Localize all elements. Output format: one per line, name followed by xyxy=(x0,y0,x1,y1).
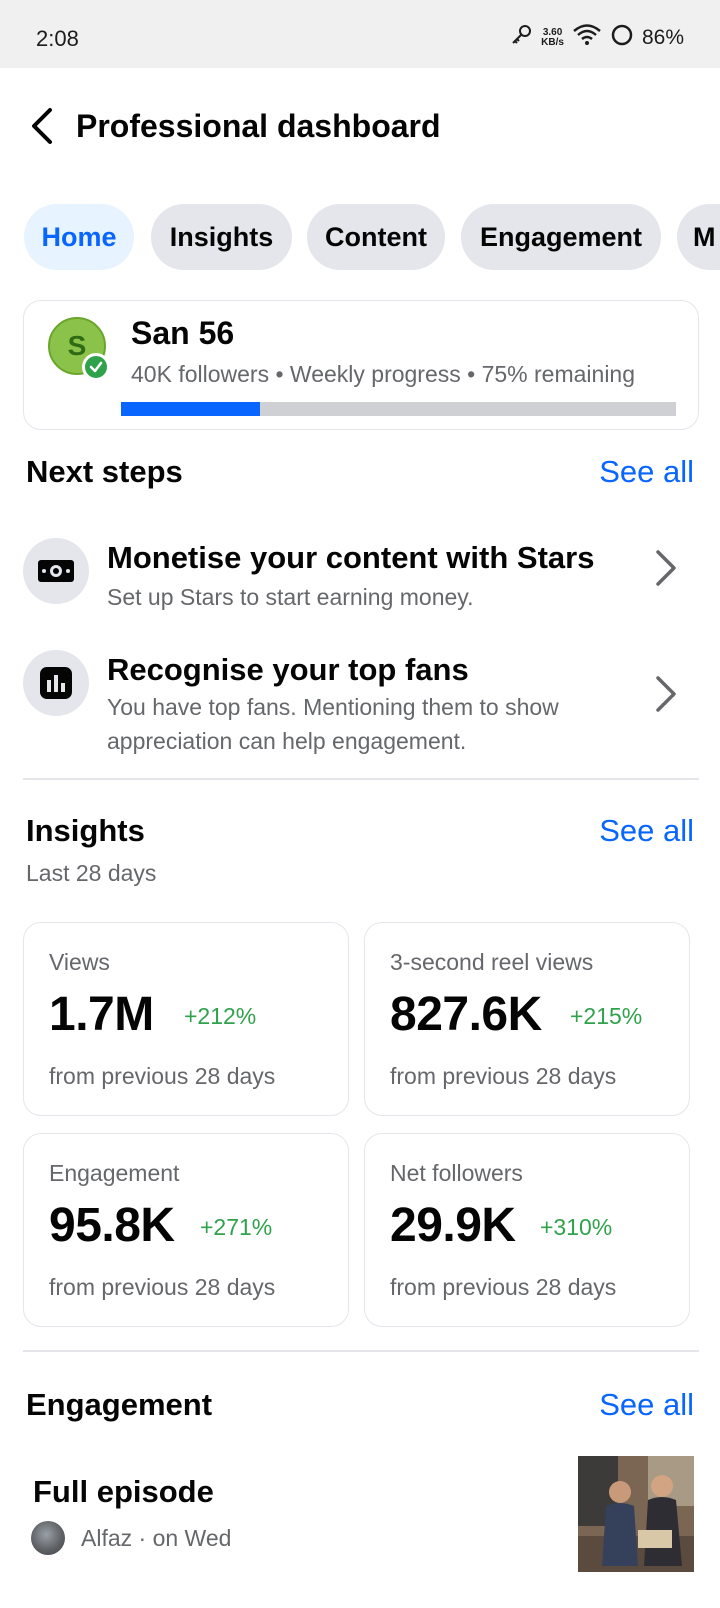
tab-home[interactable]: Home xyxy=(24,204,134,270)
battery-percent: 86% xyxy=(641,25,684,49)
next-step-title: Monetise your content with Stars xyxy=(107,540,595,575)
metric-label: Net followers xyxy=(390,1160,523,1186)
metric-footer: from previous 28 days xyxy=(49,1274,276,1300)
metric-card-reel-views[interactable]: 3-second reel views 827.6K +215% from pr… xyxy=(364,922,690,1116)
back-button[interactable] xyxy=(24,104,60,148)
insights-title: Insights xyxy=(26,813,145,848)
next-step-subtitle: You have top fans. Mentioning them to sh… xyxy=(107,694,559,754)
next-steps-see-all-link[interactable]: See all xyxy=(599,454,694,490)
next-step-subtitle: Set up Stars to start earning money. xyxy=(107,584,474,610)
key-icon xyxy=(509,23,533,52)
next-step-top-fans[interactable]: Recognise your top fans You have top fan… xyxy=(0,632,720,757)
metric-change: +271% xyxy=(200,1214,273,1240)
metric-label: Engagement xyxy=(49,1160,180,1186)
metric-card-engagement[interactable]: Engagement 95.8K +271% from previous 28 … xyxy=(23,1133,349,1327)
page-title: Professional dashboard xyxy=(76,108,441,144)
tab-more[interactable]: M xyxy=(677,204,720,270)
metric-label: 3-second reel views xyxy=(390,949,594,975)
post-author-avatar xyxy=(31,1521,65,1555)
speed-value: 3.60 xyxy=(542,26,563,38)
metric-value: 1.7M xyxy=(49,988,154,1041)
metric-footer: from previous 28 days xyxy=(390,1274,617,1300)
header: Professional dashboard xyxy=(0,68,720,180)
tab-insights[interactable]: Insights xyxy=(151,204,292,270)
next-steps-title: Next steps xyxy=(26,454,183,489)
metric-label: Views xyxy=(49,949,110,975)
tab-content[interactable]: Content xyxy=(307,204,445,270)
insights-period: Last 28 days xyxy=(26,860,157,886)
bar-chart-icon xyxy=(23,650,89,716)
metric-card-net-followers[interactable]: Net followers 29.9K +310% from previous … xyxy=(364,1133,690,1327)
metric-footer: from previous 28 days xyxy=(390,1063,617,1089)
verified-check-icon xyxy=(82,353,110,381)
money-icon xyxy=(23,538,89,604)
profile-meta: 40K followers • Weekly progress • 75% re… xyxy=(131,361,636,387)
engagement-see-all-link[interactable]: See all xyxy=(599,1387,694,1423)
metric-value: 95.8K xyxy=(49,1199,175,1252)
tab-engagement[interactable]: Engagement xyxy=(461,204,661,270)
engagement-title: Engagement xyxy=(26,1387,213,1422)
back-arrow-icon xyxy=(32,108,52,144)
status-icons: 3.60 KB/s 86% xyxy=(509,22,684,53)
profile-card[interactable]: S San 56 40K followers • Weekly progress… xyxy=(23,300,699,430)
divider xyxy=(23,1350,699,1352)
chevron-right-icon xyxy=(656,550,676,586)
insights-see-all-link[interactable]: See all xyxy=(599,813,694,849)
metric-card-views[interactable]: Views 1.7M +212% from previous 28 days xyxy=(23,922,349,1116)
network-speed: 3.60 KB/s xyxy=(541,26,564,48)
metric-footer: from previous 28 days xyxy=(49,1063,276,1089)
status-bar: 2:08 3.60 KB/s 86% xyxy=(0,0,720,68)
chevron-right-icon xyxy=(656,676,676,712)
post-thumbnail[interactable] xyxy=(578,1456,694,1572)
next-step-title: Recognise your top fans xyxy=(107,652,469,687)
profile-name: San 56 xyxy=(131,315,235,351)
status-time: 2:08 xyxy=(36,26,79,51)
post-title[interactable]: Full episode xyxy=(33,1474,214,1510)
metric-change: +215% xyxy=(570,1003,643,1029)
metric-value: 29.9K xyxy=(390,1199,516,1252)
weekly-progress-fill xyxy=(121,402,260,416)
metric-value: 827.6K xyxy=(390,988,542,1041)
weekly-progress-bar xyxy=(121,402,676,416)
post-meta: Alfaz · on Wed xyxy=(81,1525,232,1551)
divider xyxy=(23,778,699,780)
next-step-monetise[interactable]: Monetise your content with Stars Set up … xyxy=(0,520,720,612)
wifi-icon xyxy=(572,22,602,53)
metric-change: +310% xyxy=(540,1214,613,1240)
battery-icon xyxy=(610,23,634,52)
speed-unit: KB/s xyxy=(541,36,564,48)
metric-change: +212% xyxy=(184,1003,257,1029)
tab-bar: Home Insights Content Engagement M xyxy=(0,202,720,272)
